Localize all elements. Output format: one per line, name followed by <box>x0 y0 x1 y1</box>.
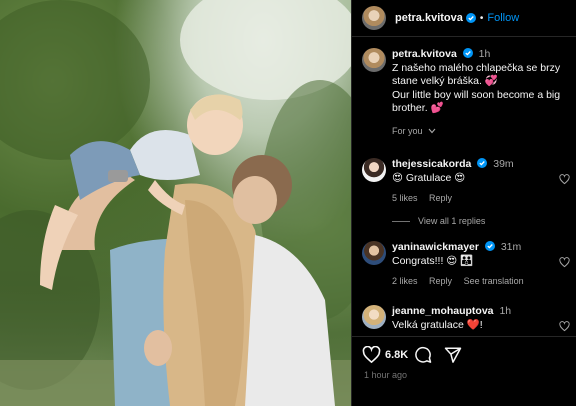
comment-meta: 2 likes Reply See translation <box>392 275 558 289</box>
comment-likes[interactable]: 5 likes <box>392 193 418 203</box>
view-replies-link[interactable]: View all 1 replies <box>392 216 485 226</box>
comments-section[interactable]: petra.kvitova 1h Z našeho malého chlapeč… <box>352 38 576 334</box>
comment-text: 😍 Gratulace 😍 <box>392 171 466 184</box>
chevron-down-icon <box>428 128 436 133</box>
caption-text-english: Our little boy will soon become a big br… <box>392 88 561 115</box>
comment-body: yaninawickmayer 31m Congrats!!! 😍 👪 2 li… <box>392 241 558 289</box>
post-header: petra.kvitova • Follow <box>352 0 576 37</box>
header-username[interactable]: petra.kvitova <box>395 12 463 24</box>
post-photo[interactable] <box>0 0 351 406</box>
comment-body: thejessicakorda 39m 😍 Gratulace 😍 5 like… <box>392 158 558 206</box>
comment-username[interactable]: yaninawickmayer <box>392 241 479 253</box>
comment-item: yaninawickmayer 31m Congrats!!! 😍 👪 2 li… <box>362 241 572 301</box>
comment-username[interactable]: thejessicakorda <box>392 158 471 170</box>
avatar[interactable] <box>362 6 386 30</box>
caption-body: petra.kvitova 1h Z našeho malého chlapeč… <box>392 48 572 138</box>
comment-time: 39m <box>493 158 514 170</box>
reply-button[interactable]: Reply <box>429 276 452 286</box>
heart-icon[interactable] <box>559 257 570 268</box>
likes-count[interactable]: 6.8K <box>385 349 408 361</box>
caption-username[interactable]: petra.kvitova <box>392 48 457 60</box>
translate-toggle[interactable]: For you <box>392 125 572 139</box>
comment-item: thejessicakorda 39m 😍 Gratulace 😍 5 like… <box>362 158 572 218</box>
comment-text: Velká gratulace ❤️! <box>392 318 483 331</box>
avatar[interactable] <box>362 48 386 72</box>
caption: petra.kvitova 1h Z našeho malého chlapeč… <box>362 48 572 148</box>
photo-illustration <box>0 0 351 406</box>
avatar[interactable] <box>362 158 386 182</box>
comment-time: 1h <box>499 305 512 317</box>
comment-time: 31m <box>500 241 522 253</box>
heart-icon[interactable] <box>362 346 381 364</box>
post-side-panel: petra.kvitova • Follow petra.kvitova 1h … <box>351 0 576 406</box>
comment-username[interactable]: jeanne_mohauptova <box>392 305 494 317</box>
verified-badge-icon <box>465 13 476 23</box>
verified-badge-icon <box>484 241 495 251</box>
heart-icon[interactable] <box>559 321 570 332</box>
verified-badge-icon <box>477 158 488 168</box>
comment-text: Congrats!!! 😍 👪 <box>392 254 474 267</box>
see-translation-button[interactable]: See translation <box>464 276 524 286</box>
heart-icon[interactable] <box>559 174 570 185</box>
comment-icon[interactable] <box>414 346 432 364</box>
comment-likes[interactable]: 2 likes <box>392 276 418 286</box>
reply-button[interactable]: Reply <box>429 193 452 203</box>
share-icon[interactable] <box>444 346 462 364</box>
view-replies-label: View all 1 replies <box>418 216 486 226</box>
separator-dot: • <box>479 12 484 24</box>
translate-label: For you <box>392 125 423 136</box>
comment-item: jeanne_mohauptova 1h Velká gratulace ❤️! <box>362 305 572 334</box>
follow-button[interactable]: Follow <box>487 12 519 24</box>
post-timestamp: 1 hour ago <box>364 370 408 380</box>
caption-time: 1h <box>478 48 491 60</box>
avatar[interactable] <box>362 305 386 329</box>
comment-body: jeanne_mohauptova 1h Velká gratulace ❤️! <box>392 305 558 332</box>
divider <box>392 220 410 222</box>
avatar[interactable] <box>362 241 386 265</box>
verified-badge-icon <box>462 48 473 58</box>
caption-text-czech: Z našeho malého chlapečka se brzy stane … <box>392 61 561 88</box>
comment-meta: 5 likes Reply <box>392 192 558 206</box>
